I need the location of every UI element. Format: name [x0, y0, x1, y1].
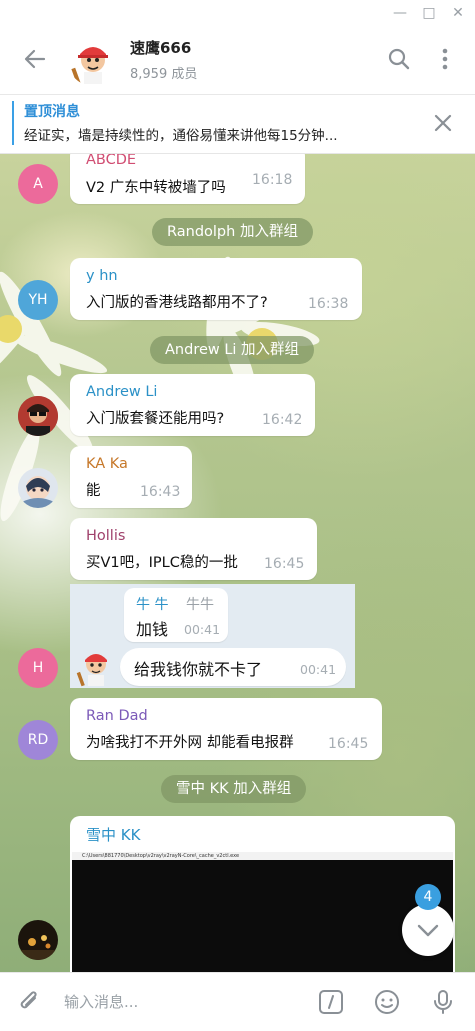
message-bubble[interactable]: ABCDE V2 广东中转被墙了吗 16:18	[70, 154, 305, 204]
scroll-down-button[interactable]	[402, 904, 454, 956]
emoji-icon[interactable]	[374, 989, 400, 1015]
chat-history[interactable]: A ABCDE V2 广东中转被墙了吗 16:18 Randolph 加入群组 …	[0, 154, 475, 972]
message-text: 能	[86, 483, 101, 499]
maximize-icon: □	[422, 5, 436, 21]
pinned-accent-bar	[12, 101, 14, 145]
message-time: 00:41	[300, 662, 337, 677]
message-time: 16:45	[328, 736, 369, 752]
message-text: 为啥我打不开外网 却能看电报群	[86, 735, 294, 751]
reply-text: 加钱	[136, 620, 169, 639]
commands-icon[interactable]	[318, 989, 344, 1015]
avatar[interactable]	[18, 920, 58, 960]
sender-name[interactable]: KA Ka	[86, 456, 128, 472]
message-input[interactable]: 输入消息...	[64, 991, 138, 1012]
close-window-button[interactable]: ✕	[448, 3, 468, 23]
chat-header: 速鹰666 8,959 成员	[0, 26, 475, 95]
message-text: 入门版的香港线路都用不了?	[86, 295, 268, 311]
window-titlebar: — □ ✕	[0, 0, 475, 26]
pinned-text: 经证实，墙是持续性的，通俗易懂来讲他每15分钟...	[24, 128, 338, 144]
back-arrow-icon[interactable]	[22, 46, 48, 72]
video-window-title: C:\Users\881770\Desktop\v2ray\v2rayN-Cor…	[72, 852, 453, 860]
attach-icon[interactable]	[16, 989, 42, 1015]
avatar[interactable]	[18, 468, 58, 508]
sender-name[interactable]: Hollis	[86, 528, 125, 544]
message-text: V2 广东中转被墙了吗	[86, 180, 226, 196]
maximize-button[interactable]: □	[419, 3, 439, 23]
service-message: 雪中 KK 加入群组	[161, 775, 307, 803]
reply-preview-bubble[interactable]: 牛 牛 牛牛 加钱 00:41	[124, 588, 228, 642]
chevron-down-icon	[417, 924, 439, 937]
avatar[interactable]: RD	[18, 720, 58, 760]
message-bubble[interactable]: KA Ka 能 16:43	[70, 446, 192, 508]
message-bubble[interactable]: y hn 入门版的香港线路都用不了? 16:38	[70, 258, 362, 320]
message-time: 16:45	[264, 556, 305, 572]
more-vertical-icon[interactable]	[432, 46, 458, 72]
member-count: 8,959 成员	[130, 67, 198, 82]
message-composer: 输入消息...	[0, 972, 475, 1031]
message-bubble[interactable]: Andrew Li 入门版套餐还能用吗? 16:42	[70, 374, 315, 436]
message-time: 16:18	[252, 172, 293, 188]
message-text: 给我钱你就不卡了	[134, 660, 263, 679]
avatar-initials: A	[33, 176, 43, 192]
sender-name[interactable]: 雪中 KK	[86, 824, 140, 845]
avatar-initials: H	[32, 660, 44, 676]
close-pinned-icon[interactable]	[433, 113, 453, 133]
group-title[interactable]: 速鹰666	[130, 37, 191, 58]
avatar-initials: YH	[28, 292, 48, 308]
microphone-icon[interactable]	[430, 989, 456, 1015]
service-message: Randolph 加入群组	[152, 218, 313, 246]
message-time: 16:43	[140, 484, 181, 500]
message-bubble[interactable]: Ran Dad 为啥我打不开外网 却能看电报群 16:45	[70, 698, 382, 760]
group-avatar[interactable]	[68, 36, 118, 86]
sender-name[interactable]: Andrew Li	[86, 384, 157, 400]
search-icon[interactable]	[386, 46, 412, 72]
minimize-icon: —	[393, 5, 407, 21]
avatar[interactable]: YH	[18, 280, 58, 320]
pinned-message[interactable]: 置顶消息 经证实，墙是持续性的，通俗易懂来讲他每15分钟...	[0, 95, 475, 154]
message-bubble[interactable]: Hollis 买V1吧，IPLC稳的一批 16:45	[70, 518, 317, 580]
message-time: 16:42	[262, 412, 303, 428]
sender-name[interactable]: Ran Dad	[86, 708, 148, 724]
avatar[interactable]: H	[18, 648, 58, 688]
sender-name[interactable]: y hn	[86, 268, 118, 284]
service-message: Andrew Li 加入群组	[150, 336, 315, 364]
reply-time: 00:41	[184, 622, 221, 637]
reply-sender: 牛 牛	[136, 597, 169, 613]
minimize-button[interactable]: —	[390, 3, 410, 23]
message-bubble[interactable]: 给我钱你就不卡了 00:41	[120, 648, 346, 686]
video-thumbnail[interactable]: C:\Users\881770\Desktop\v2ray\v2rayN-Cor…	[72, 852, 453, 972]
video-message[interactable]: 雪中 KK C:\Users\881770\Desktop\v2ray\v2ra…	[70, 816, 455, 972]
avatar-initials: RD	[27, 732, 49, 748]
message-text: 入门版套餐还能用吗?	[86, 411, 225, 427]
sender-name[interactable]: ABCDE	[86, 154, 136, 168]
message-text: 买V1吧，IPLC稳的一批	[86, 555, 238, 571]
sender-avatar-sticker[interactable]	[74, 644, 118, 688]
close-icon: ✕	[452, 5, 464, 21]
message-time: 16:38	[308, 296, 349, 312]
avatar[interactable]	[18, 396, 58, 436]
avatar[interactable]: A	[18, 164, 58, 204]
reply-sender-alt: 牛牛	[186, 597, 214, 613]
pinned-title: 置顶消息	[24, 104, 80, 120]
unread-badge: 4	[415, 884, 441, 910]
